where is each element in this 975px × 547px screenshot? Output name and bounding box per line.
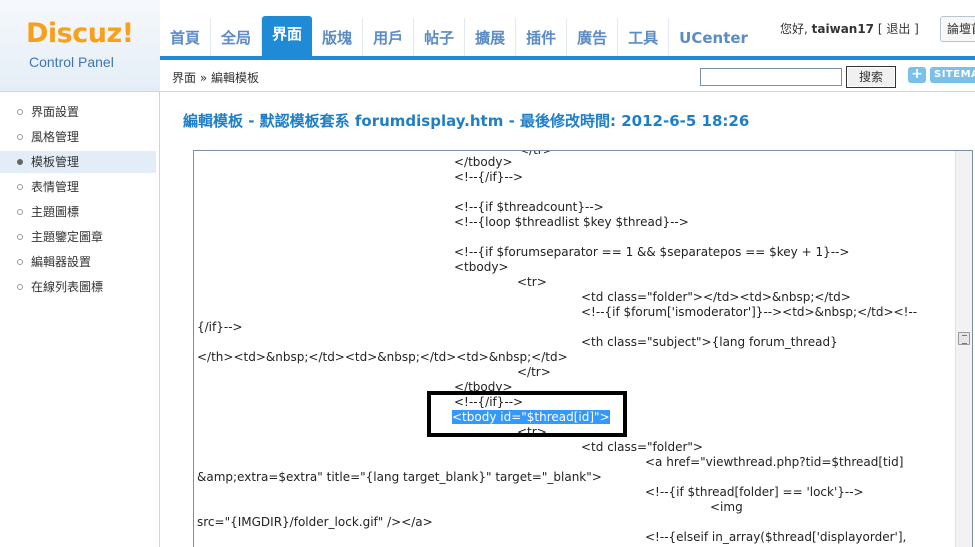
- code-line: <!--{elseif in_array($thread['displayord…: [645, 530, 907, 544]
- code-line: {/if}-->: [197, 320, 243, 334]
- code-line: </th><td>&nbsp;</td><td>&nbsp;</td><td>&…: [197, 350, 568, 364]
- code-line: <tr>: [517, 275, 547, 289]
- vertical-scrollbar[interactable]: [955, 151, 972, 547]
- tab-ucenter[interactable]: UCenter: [669, 18, 758, 56]
- sidebar-item-smilies-manage[interactable]: 表情管理: [0, 176, 156, 198]
- logo-area[interactable]: Discuz! Control Panel: [0, 0, 160, 92]
- code-line: <td class="folder">: [581, 440, 703, 454]
- code-line: <!--{/if}-->: [454, 170, 524, 184]
- sidebar-item-label: 界面設置: [31, 105, 80, 119]
- forum-home-button[interactable]: 論壇首: [940, 16, 975, 42]
- username: taiwan17: [811, 22, 875, 36]
- code-line: <!--{loop $threadlist $key $thread}-->: [454, 215, 689, 229]
- tab-interface[interactable]: 界面: [262, 16, 313, 56]
- bullet-icon: [17, 134, 23, 140]
- logo[interactable]: Discuz!: [26, 18, 134, 49]
- scrollbar-thumb[interactable]: [958, 332, 970, 345]
- bullet-icon: [17, 234, 23, 240]
- code-line: <!--{if $forum['ismoderator']}--><td>&nb…: [581, 305, 918, 319]
- main-nav: 首頁 全局 界面 版塊 用戶 帖子 擴展 插件 廣告 工具 UCenter: [160, 16, 758, 56]
- tab-home[interactable]: 首頁: [160, 18, 212, 56]
- sidebar-item-label: 主題鑒定圖章: [31, 230, 104, 244]
- template-editor[interactable]: </tr> </tbody> <!--{/if}--> <!--{if $thr…: [193, 150, 973, 547]
- sidebar-item-label: 在線列表圖標: [31, 280, 104, 294]
- code-line: <td class="folder"></td><td>&nbsp;</td>: [581, 290, 851, 304]
- code-area[interactable]: </tr> </tbody> <!--{/if}--> <!--{if $thr…: [194, 151, 956, 547]
- sidebar: 界面設置 風格管理 模板管理 表情管理 主題圖標 主題鑒定圖章 編輯器設置 在線…: [0, 92, 160, 547]
- sidebar-item-label: 模板管理: [31, 155, 80, 169]
- bullet-icon: [17, 109, 23, 115]
- code-line: &amp;extra=$extra" title="{lang target_b…: [197, 470, 602, 484]
- logo-exclamation: !: [121, 18, 134, 49]
- sidebar-item-template-manage[interactable]: 模板管理: [0, 151, 156, 173]
- code-line: <!--{if $forumseparator == 1 && $separat…: [454, 245, 850, 259]
- sidebar-item-label: 主題圖標: [31, 205, 80, 219]
- code-line: <tbody>: [454, 260, 509, 274]
- sidebar-item-thread-icons[interactable]: 主題圖標: [0, 201, 156, 223]
- page-title: 編輯模板 - 默認模板套系 forumdisplay.htm - 最後修改時間:…: [183, 112, 750, 130]
- tab-users[interactable]: 用戶: [363, 18, 415, 56]
- user-area: 您好, taiwan17 [ 退出 ]: [780, 20, 919, 37]
- sub-bar: 界面 » 編輯模板 搜索 + SITEMAP: [160, 60, 975, 92]
- code-line: <a href="viewthread.php?tid=$thread[tid]: [645, 455, 904, 469]
- greeting: 您好,: [780, 22, 808, 36]
- logout-link[interactable]: [ 退出 ]: [878, 22, 919, 36]
- sidebar-item-editor-settings[interactable]: 編輯器設置: [0, 251, 156, 273]
- tab-forums[interactable]: 版塊: [312, 18, 364, 56]
- header: Discuz! Control Panel 首頁 全局 界面 版塊 用戶 帖子 …: [0, 0, 975, 92]
- sidebar-item-label: 編輯器設置: [31, 255, 92, 269]
- breadcrumb: 界面 » 編輯模板: [172, 71, 259, 85]
- code-line: src="{IMGDIR}/folder_lock.gif" /></a>: [197, 515, 433, 529]
- code-line: </tbody>: [454, 155, 513, 169]
- code-line: <!--{if $thread[folder] == 'lock'}-->: [645, 485, 864, 499]
- code-line: </tr>: [517, 365, 551, 379]
- logo-text: Discuz: [26, 18, 122, 49]
- sidebar-item-interface-settings[interactable]: 界面設置: [0, 101, 156, 123]
- highlight-annotation-box: [427, 391, 627, 437]
- tab-tools[interactable]: 工具: [618, 18, 670, 56]
- tab-plugins[interactable]: 插件: [516, 18, 568, 56]
- add-shortcut-button[interactable]: +: [908, 67, 926, 83]
- logo-subtitle: Control Panel: [29, 54, 114, 70]
- tab-ads[interactable]: 廣告: [567, 18, 619, 56]
- tab-extensions[interactable]: 擴展: [465, 18, 517, 56]
- search-button[interactable]: 搜索: [846, 66, 896, 88]
- bullet-icon: [17, 209, 23, 215]
- sitemap-button[interactable]: SITEMAP: [930, 67, 975, 83]
- search-input[interactable]: [700, 68, 842, 86]
- sidebar-item-online-icons[interactable]: 在線列表圖標: [0, 276, 156, 298]
- tab-posts[interactable]: 帖子: [414, 18, 466, 56]
- bullet-icon: [17, 284, 23, 290]
- sidebar-item-style-manage[interactable]: 風格管理: [0, 126, 156, 148]
- code-line: </tr>: [519, 150, 553, 157]
- bullet-icon: [17, 259, 23, 265]
- sidebar-item-thread-stamps[interactable]: 主題鑒定圖章: [0, 226, 156, 248]
- code-line: <th class="subject">{lang forum_thread}: [581, 335, 838, 349]
- code-line: <!--{if $threadcount}-->: [454, 200, 604, 214]
- tab-global[interactable]: 全局: [211, 18, 263, 56]
- bullet-icon: [17, 159, 23, 165]
- bullet-icon: [17, 184, 23, 190]
- code-line: <img: [710, 500, 743, 514]
- sidebar-item-label: 表情管理: [31, 180, 80, 194]
- sidebar-item-label: 風格管理: [31, 130, 80, 144]
